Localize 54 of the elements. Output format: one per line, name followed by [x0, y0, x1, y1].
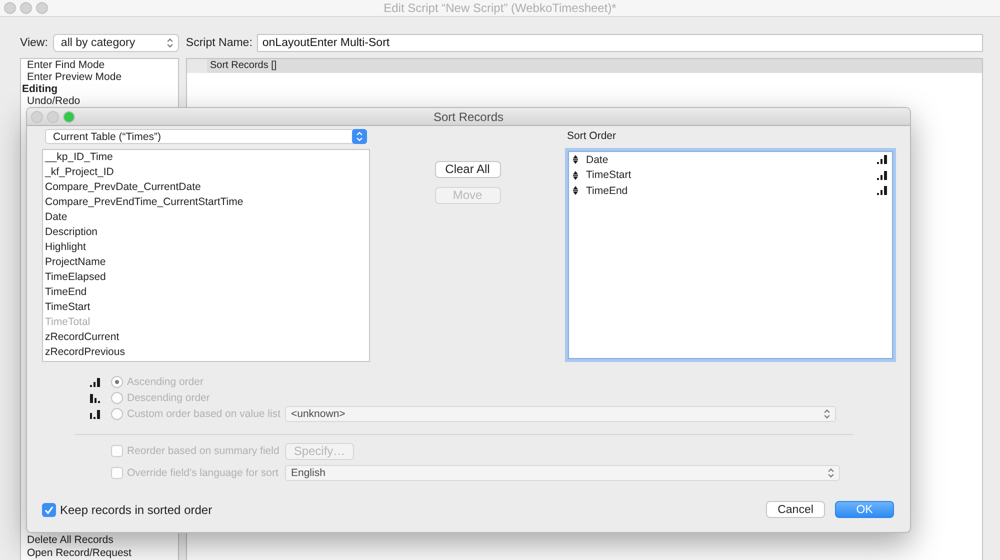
updown-chevron-icon	[828, 468, 834, 478]
field-item[interactable]: TimeElapsed	[43, 270, 369, 285]
radio-label: Ascending order	[127, 376, 204, 388]
sort-order-item[interactable]: TimeEnd	[568, 183, 893, 198]
field-item[interactable]: Description	[43, 225, 369, 240]
table-menu[interactable]: Current Table (“Times”)	[45, 129, 367, 144]
field-item[interactable]: _kf_Project_ID	[43, 165, 369, 180]
checkbox-label: Keep records in sorted order	[60, 502, 212, 516]
field-item[interactable]: Highlight	[43, 240, 369, 255]
script-step[interactable]: Sort Records []	[187, 59, 982, 73]
script-name-label: Script Name:	[186, 37, 252, 49]
sort-order-item[interactable]: TimeStart	[568, 168, 893, 183]
script-name-field[interactable]: onLayoutEnter Multi-Sort	[257, 34, 983, 52]
field-item[interactable]: zRecordPrevious	[43, 345, 369, 360]
updown-chevron-icon	[166, 38, 173, 48]
zoom-button[interactable]	[63, 110, 75, 122]
field-item[interactable]: ProjectName	[43, 255, 369, 270]
updown-chevron-icon	[824, 409, 830, 419]
clear-all-button[interactable]: Clear All	[434, 161, 500, 178]
radio-label: Descending order	[127, 392, 211, 404]
view-label: View:	[20, 37, 48, 49]
field-item[interactable]: Compare_PrevEndTime_CurrentStartTime	[43, 195, 369, 210]
close-button[interactable]	[4, 2, 16, 14]
step-item[interactable]: Enter Preview Mode	[21, 71, 122, 83]
checkbox-label: Reorder based on summary field	[127, 445, 280, 457]
field-item[interactable]: TimeStart	[43, 300, 369, 315]
field-item[interactable]: Compare_PrevDate_CurrentDate	[43, 180, 369, 195]
zoom-button[interactable]	[36, 2, 48, 14]
mixed-bars-icon	[90, 410, 100, 418]
step-item[interactable]: Undo/Redo	[21, 95, 80, 107]
drag-handle-icon[interactable]	[573, 155, 578, 164]
step-item[interactable]: Enter Find Mode	[21, 59, 105, 71]
sort-order-label: Sort Order	[566, 129, 616, 144]
step-item[interactable]: Open Record/Request	[21, 547, 132, 560]
field-item[interactable]: TimeEnd	[43, 285, 369, 300]
radio-label: Custom order based on value list	[127, 408, 282, 420]
step-item[interactable]: Delete All Records	[21, 534, 114, 547]
descending-bars-icon	[90, 394, 100, 402]
field-item[interactable]: zRecordCurrent	[43, 330, 369, 345]
checkbox[interactable]	[42, 502, 56, 516]
updown-chevron-icon	[352, 129, 367, 144]
checkbox-label: Override field's language for sort	[127, 467, 280, 479]
cancel-button[interactable]: Cancel	[766, 501, 825, 518]
sort-order-item[interactable]: Date	[568, 152, 893, 168]
ascending-bars-icon	[90, 378, 100, 386]
field-item[interactable]: Date	[43, 210, 369, 225]
dialog-title: Sort Records	[433, 110, 504, 124]
category-label: Editing	[21, 83, 58, 95]
window-title: Edit Script “New Script” (WebkoTimesheet)*	[384, 1, 616, 15]
view-menu[interactable]: all by category	[52, 34, 179, 52]
drag-handle-icon[interactable]	[573, 186, 578, 196]
drag-handle-icon[interactable]	[573, 170, 578, 180]
field-item[interactable]: __kp_ID_Time	[43, 150, 369, 165]
minimize-button[interactable]	[20, 2, 32, 14]
